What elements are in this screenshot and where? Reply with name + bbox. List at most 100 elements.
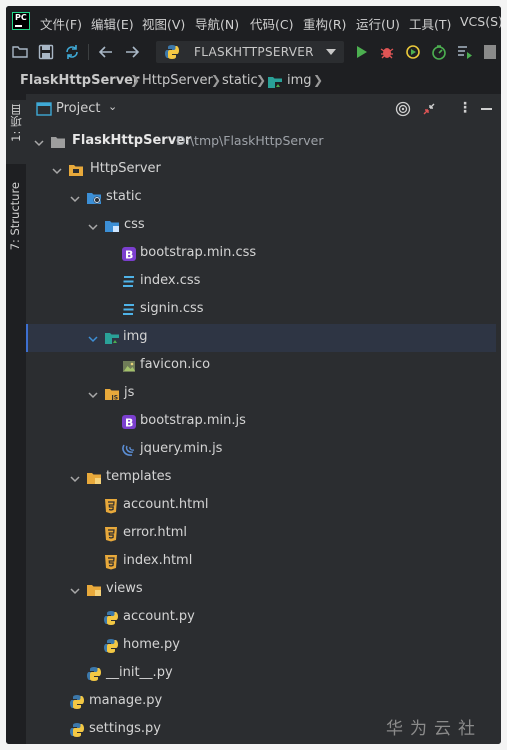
tree-item-label: bootstrap.min.css bbox=[140, 245, 257, 260]
run-configuration-label: FLASKHTTPSERVER bbox=[194, 45, 314, 59]
toolbar: FLASKHTTPSERVER bbox=[6, 36, 501, 68]
tree-item-favicon[interactable]: favicon.ico bbox=[26, 352, 496, 380]
tree-item-label: settings.py bbox=[89, 721, 161, 736]
bootstrap-icon: B bbox=[122, 415, 136, 430]
package-folder-icon bbox=[87, 585, 101, 596]
python-file-icon bbox=[104, 639, 118, 653]
tree-item-manage-py[interactable]: manage.py bbox=[26, 688, 496, 716]
tree-item-label: jquery.min.js bbox=[140, 441, 223, 456]
bootstrap-icon: B bbox=[122, 247, 136, 262]
tool-window-strip: 1: 项目 7: Structure bbox=[6, 94, 26, 744]
save-icon[interactable] bbox=[38, 44, 54, 60]
tree-item-account-py[interactable]: account.py bbox=[26, 604, 496, 632]
run-list-icon[interactable] bbox=[457, 44, 473, 60]
tree-item-label: __init__.py bbox=[106, 665, 173, 680]
menu-navigate[interactable]: 导航(N) bbox=[195, 14, 239, 33]
open-folder-icon[interactable] bbox=[12, 44, 28, 60]
tree-item-label: index.html bbox=[123, 553, 193, 568]
chevron-down-icon[interactable] bbox=[88, 333, 98, 343]
chevron-down-icon[interactable] bbox=[70, 585, 80, 595]
tree-item-static[interactable]: static bbox=[26, 184, 496, 212]
chevron-right-icon: ❯ bbox=[256, 73, 267, 87]
chevron-down-icon[interactable] bbox=[88, 221, 98, 231]
breadcrumb-item-httpserver[interactable]: HttpServer bbox=[142, 73, 213, 88]
stop-icon[interactable] bbox=[484, 45, 496, 59]
jquery-icon bbox=[122, 444, 135, 456]
svg-text:B: B bbox=[125, 417, 133, 430]
tree-item-httpserver[interactable]: HttpServer bbox=[26, 156, 496, 184]
css-folder-icon bbox=[105, 221, 119, 232]
python-file-icon bbox=[70, 695, 84, 709]
ide-window: PC 文件(F) 编辑(E) 视图(V) 导航(N) 代码(C) 重构(R) 运… bbox=[6, 6, 501, 744]
tree-item-index-css[interactable]: index.css bbox=[26, 268, 496, 296]
tree-item-root[interactable]: FlaskHttpServer D:\tmp\FlaskHttpServer bbox=[26, 128, 496, 156]
side-tab-structure[interactable]: 7: Structure bbox=[8, 182, 24, 250]
run-with-coverage-icon[interactable] bbox=[405, 44, 421, 60]
js-folder-icon: JS bbox=[105, 389, 119, 402]
tree-item-views[interactable]: views bbox=[26, 576, 496, 604]
menu-run[interactable]: 运行(U) bbox=[356, 14, 400, 33]
tree-item-bootstrap-css[interactable]: B bootstrap.min.css bbox=[26, 240, 496, 268]
tree-item-index-html[interactable]: index.html bbox=[26, 548, 496, 576]
tree-item-label: favicon.ico bbox=[140, 357, 211, 372]
back-arrow-icon[interactable] bbox=[98, 44, 114, 60]
sync-icon[interactable] bbox=[64, 44, 80, 60]
chevron-down-icon[interactable] bbox=[88, 389, 98, 399]
css-file-icon bbox=[123, 276, 134, 287]
python-icon bbox=[165, 45, 179, 59]
collapse-all-icon[interactable] bbox=[421, 101, 437, 117]
tree-item-init-py[interactable]: __init__.py bbox=[26, 660, 496, 688]
html-file-icon bbox=[105, 499, 117, 514]
tree-item-jquery-js[interactable]: jquery.min.js bbox=[26, 436, 496, 464]
tree-item-account-html[interactable]: account.html bbox=[26, 492, 496, 520]
menu-file[interactable]: 文件(F) bbox=[40, 14, 82, 33]
chevron-down-icon[interactable]: ⌄ bbox=[108, 100, 117, 113]
tree-item-home-py[interactable]: home.py bbox=[26, 632, 496, 660]
run-configuration-selector[interactable]: FLASKHTTPSERVER bbox=[156, 41, 344, 63]
locate-target-icon[interactable] bbox=[395, 101, 411, 117]
tree-item-js[interactable]: JS js bbox=[26, 380, 496, 408]
tree-item-bootstrap-js[interactable]: B bootstrap.min.js bbox=[26, 408, 496, 436]
minimize-icon[interactable] bbox=[481, 108, 492, 110]
tree-item-label: templates bbox=[106, 469, 172, 484]
breadcrumb: FlaskHttpServer ❯ HttpServer ❯ static ❯ … bbox=[6, 68, 501, 94]
python-file-icon bbox=[87, 667, 101, 681]
templates-folder-icon bbox=[87, 473, 101, 484]
menu-code[interactable]: 代码(C) bbox=[250, 14, 293, 33]
menu-vcs[interactable]: VCS(S) bbox=[460, 14, 501, 29]
menu-view[interactable]: 视图(V) bbox=[142, 14, 185, 33]
panel-title[interactable]: Project bbox=[56, 101, 100, 116]
breadcrumb-item-static[interactable]: static bbox=[222, 73, 258, 88]
menu-tools[interactable]: 工具(T) bbox=[409, 14, 451, 33]
tree-item-error-html[interactable]: error.html bbox=[26, 520, 496, 548]
chevron-right-icon: ❯ bbox=[130, 73, 141, 87]
tree-item-img[interactable]: img bbox=[26, 324, 496, 352]
tree-item-signin-css[interactable]: signin.css bbox=[26, 296, 496, 324]
menu-edit[interactable]: 编辑(E) bbox=[91, 14, 134, 33]
chevron-down-icon[interactable] bbox=[34, 137, 44, 147]
python-file-icon bbox=[104, 611, 118, 625]
html-file-icon bbox=[105, 555, 117, 570]
chevron-right-icon: ❯ bbox=[211, 73, 222, 87]
menu-refactor[interactable]: 重构(R) bbox=[303, 14, 346, 33]
breadcrumb-item-img[interactable]: img bbox=[287, 73, 312, 88]
debug-icon[interactable] bbox=[379, 44, 395, 60]
tree-item-templates[interactable]: templates bbox=[26, 464, 496, 492]
tree-item-label: signin.css bbox=[140, 301, 204, 316]
chevron-down-icon[interactable] bbox=[70, 473, 80, 483]
more-options-icon[interactable]: ⋮ bbox=[458, 100, 472, 116]
watermark: 华为云社区 bbox=[386, 719, 482, 739]
chevron-down-icon[interactable] bbox=[70, 193, 80, 203]
css-file-icon bbox=[123, 304, 134, 315]
breadcrumb-item-project[interactable]: FlaskHttpServer bbox=[20, 73, 139, 88]
chevron-down-icon[interactable] bbox=[52, 165, 62, 175]
side-tab-project[interactable]: 1: 项目 bbox=[8, 104, 24, 142]
pycharm-logo-icon: PC bbox=[12, 12, 30, 30]
svg-text:B: B bbox=[125, 249, 133, 262]
profile-icon[interactable] bbox=[431, 44, 447, 60]
run-icon[interactable] bbox=[353, 44, 369, 60]
forward-arrow-icon[interactable] bbox=[124, 44, 140, 60]
tree-item-label: index.css bbox=[140, 273, 201, 288]
tree-item-css[interactable]: css bbox=[26, 212, 496, 240]
app-logo-text: PC bbox=[15, 13, 27, 22]
